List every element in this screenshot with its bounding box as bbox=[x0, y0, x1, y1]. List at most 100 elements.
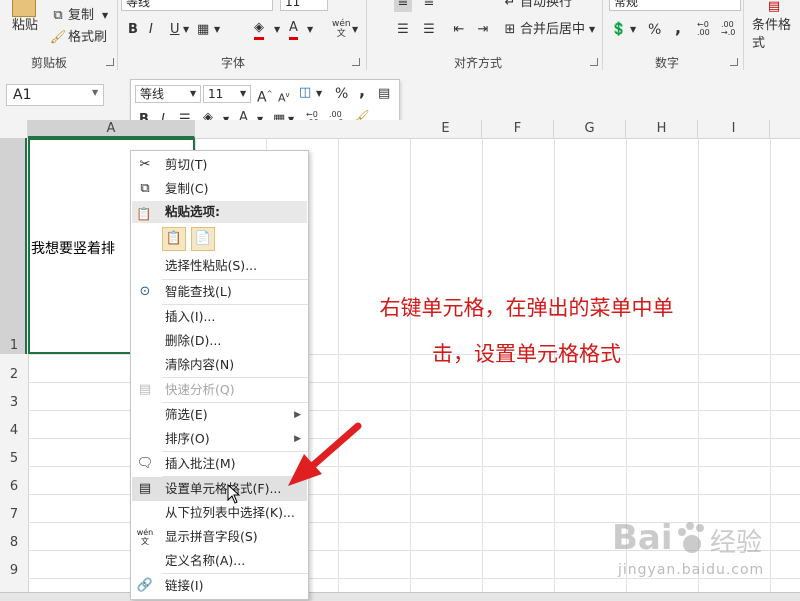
copy-icon[interactable]: ⧉ bbox=[49, 7, 67, 25]
shrink-font-icon[interactable]: Av bbox=[278, 86, 290, 108]
row-header-5[interactable]: 5 bbox=[0, 451, 28, 466]
divider bbox=[117, 0, 118, 70]
align-left-icon[interactable]: ☰ bbox=[394, 21, 412, 39]
align-top-icon[interactable]: ≡ bbox=[394, 0, 412, 12]
borders-icon[interactable]: ▦ bbox=[197, 21, 209, 39]
row-header-1-bg bbox=[0, 138, 27, 354]
phonetic-dropdown-icon[interactable]: ▼ bbox=[352, 21, 358, 39]
name-box[interactable]: A1 bbox=[6, 84, 104, 106]
number-format-dropdown-icon[interactable]: ▼ bbox=[316, 85, 322, 103]
row-header-9[interactable]: 9 bbox=[0, 563, 28, 578]
menu-item-label: 链接(I) bbox=[165, 578, 204, 593]
underline-dropdown-icon[interactable]: ▼ bbox=[183, 21, 189, 39]
mini-percent-icon[interactable]: % bbox=[335, 85, 348, 103]
merge-center-icon[interactable]: ⊞ bbox=[501, 21, 519, 39]
copy-dropdown-icon[interactable]: ▼ bbox=[102, 7, 108, 25]
alignment-group-label: 对齐方式 bbox=[454, 56, 503, 70]
menu-item-cut[interactable]: ✂ 剪切(T) bbox=[132, 153, 307, 177]
row-header-4[interactable]: 4 bbox=[0, 423, 28, 438]
mini-font-name-dropdown-icon[interactable]: ▼ bbox=[190, 85, 196, 103]
row-header-3[interactable]: 3 bbox=[0, 395, 28, 410]
row-header-6[interactable]: 6 bbox=[0, 479, 28, 494]
menu-item-label: 智能查找(L) bbox=[165, 284, 232, 299]
column-header-e[interactable]: E bbox=[410, 120, 482, 138]
row-header-1[interactable]: 1 bbox=[0, 338, 28, 353]
increase-decimal-icon[interactable]: ←0.00 bbox=[697, 21, 710, 37]
font-name-select[interactable]: 等线 bbox=[121, 0, 273, 11]
conditional-formatting-button[interactable]: 条件格式 bbox=[752, 17, 800, 53]
format-painter-button[interactable]: 格式刷 bbox=[68, 29, 107, 47]
comma-icon[interactable]: , bbox=[675, 19, 681, 37]
borders-dropdown-icon[interactable]: ▼ bbox=[214, 21, 220, 39]
fill-color-icon[interactable]: ◈ bbox=[254, 19, 264, 40]
column-header-h[interactable]: H bbox=[626, 120, 698, 138]
menu-item-link[interactable]: 🔗 链接(I) bbox=[132, 574, 307, 598]
bold-icon[interactable]: B bbox=[128, 21, 138, 39]
paste-values-icon[interactable]: 📄 bbox=[191, 227, 215, 251]
row-header-7[interactable]: 7 bbox=[0, 507, 28, 522]
menu-item-define-name[interactable]: 定义名称(A)... bbox=[132, 549, 307, 573]
paste-icon[interactable] bbox=[12, 0, 36, 17]
font-color-icon[interactable]: A bbox=[289, 19, 298, 40]
number-format-select[interactable]: 常规 bbox=[609, 0, 741, 11]
wrap-text-icon[interactable]: ↵ bbox=[501, 0, 519, 12]
row-header-bar: 1 2 3 4 5 6 7 8 9 bbox=[0, 138, 29, 600]
menu-item-delete[interactable]: 删除(D)... bbox=[132, 329, 307, 353]
menu-item-clear-contents[interactable]: 清除内容(N) bbox=[132, 353, 307, 377]
annotation-text: 右键单元格，在弹出的菜单中单击，设置单元格格式 bbox=[379, 296, 674, 366]
select-all-corner[interactable] bbox=[0, 120, 28, 138]
merge-center-button[interactable]: 合并后居中 bbox=[520, 21, 585, 39]
menu-item-phonetic[interactable]: wén 文 显示拼音字段(S) bbox=[132, 525, 307, 549]
format-cells-icon: ▤ bbox=[138, 481, 152, 496]
paste-button[interactable]: 粘贴 bbox=[12, 17, 38, 35]
name-box-dropdown-icon[interactable]: ▼ bbox=[92, 88, 98, 97]
paste-keep-formatting-icon[interactable]: 📋 bbox=[162, 227, 186, 251]
increase-indent-icon[interactable]: ⇥ bbox=[474, 21, 492, 39]
alignment-launcher-icon[interactable] bbox=[590, 58, 598, 66]
menu-item-copy[interactable]: ⧉ 复制(C) bbox=[132, 177, 307, 201]
font-launcher-icon[interactable] bbox=[352, 58, 360, 66]
mini-font-size-dropdown-icon[interactable]: ▼ bbox=[240, 85, 246, 103]
phonetic-guide-icon[interactable]: wén 文 bbox=[332, 19, 351, 39]
merge-dropdown-icon[interactable]: ▼ bbox=[589, 21, 595, 39]
percent-icon[interactable]: % bbox=[648, 21, 661, 39]
menu-item-paste-special[interactable]: 选择性粘贴(S)... bbox=[132, 254, 307, 278]
menu-item-pick-from-list[interactable]: 从下拉列表中选择(K)... bbox=[132, 501, 307, 525]
font-color-dropdown-icon[interactable]: ▼ bbox=[307, 21, 313, 39]
row-header-2[interactable]: 2 bbox=[0, 367, 28, 382]
menu-item-smart-lookup[interactable]: ⊙ 智能查找(L) bbox=[132, 280, 307, 304]
copy-button[interactable]: 复制 bbox=[68, 7, 94, 25]
currency-dropdown-icon[interactable]: ▼ bbox=[630, 21, 636, 39]
decrease-indent-icon[interactable]: ⇤ bbox=[450, 21, 468, 39]
font-group-label: 字体 bbox=[221, 56, 246, 70]
underline-icon[interactable]: U bbox=[170, 21, 180, 39]
clipboard-launcher-icon[interactable] bbox=[106, 58, 114, 66]
paste-options-label: 粘贴选项: bbox=[165, 204, 220, 219]
currency-icon[interactable]: 💲 bbox=[610, 21, 628, 39]
menu-item-label: 设置单元格格式(F)... bbox=[165, 481, 282, 496]
row-header-8[interactable]: 8 bbox=[0, 535, 28, 550]
menu-item-insert[interactable]: 插入(I)... bbox=[132, 305, 307, 329]
conditional-formatting-icon[interactable]: ▤ bbox=[765, 0, 783, 16]
grow-font-icon[interactable]: A^ bbox=[257, 85, 272, 107]
italic-icon[interactable]: I bbox=[149, 21, 153, 39]
column-header-i[interactable]: I bbox=[698, 120, 770, 138]
align-middle-icon[interactable]: ≡ bbox=[420, 0, 438, 12]
wrap-text-button[interactable]: 自动换行 bbox=[520, 0, 572, 12]
mini-format-table-icon[interactable]: ▤ bbox=[378, 85, 390, 103]
ribbon: 粘贴 ⧉ 复制 ▼ 🖌 格式刷 剪贴板 等线 11 B I U ▼ ▦ ▼ ◈ … bbox=[0, 0, 800, 73]
fill-color-dropdown-icon[interactable]: ▼ bbox=[274, 21, 280, 39]
align-center-icon[interactable]: ☰ bbox=[420, 21, 438, 39]
column-header-f[interactable]: F bbox=[482, 120, 554, 138]
decrease-decimal-icon[interactable]: .00 →.0 bbox=[721, 21, 735, 37]
column-header-g[interactable]: G bbox=[554, 120, 626, 138]
number-format-icon[interactable]: ◫ bbox=[299, 84, 311, 102]
format-painter-icon[interactable]: 🖌 bbox=[49, 29, 67, 47]
column-header-a[interactable]: A bbox=[28, 120, 195, 138]
font-size-select[interactable]: 11 bbox=[280, 0, 328, 11]
menu-item-label: 快速分析(Q) bbox=[165, 382, 235, 397]
mini-comma-icon[interactable]: , bbox=[359, 82, 365, 100]
clipboard-icon: 📋 bbox=[136, 206, 152, 221]
divider bbox=[366, 0, 367, 70]
number-launcher-icon[interactable] bbox=[730, 58, 738, 66]
